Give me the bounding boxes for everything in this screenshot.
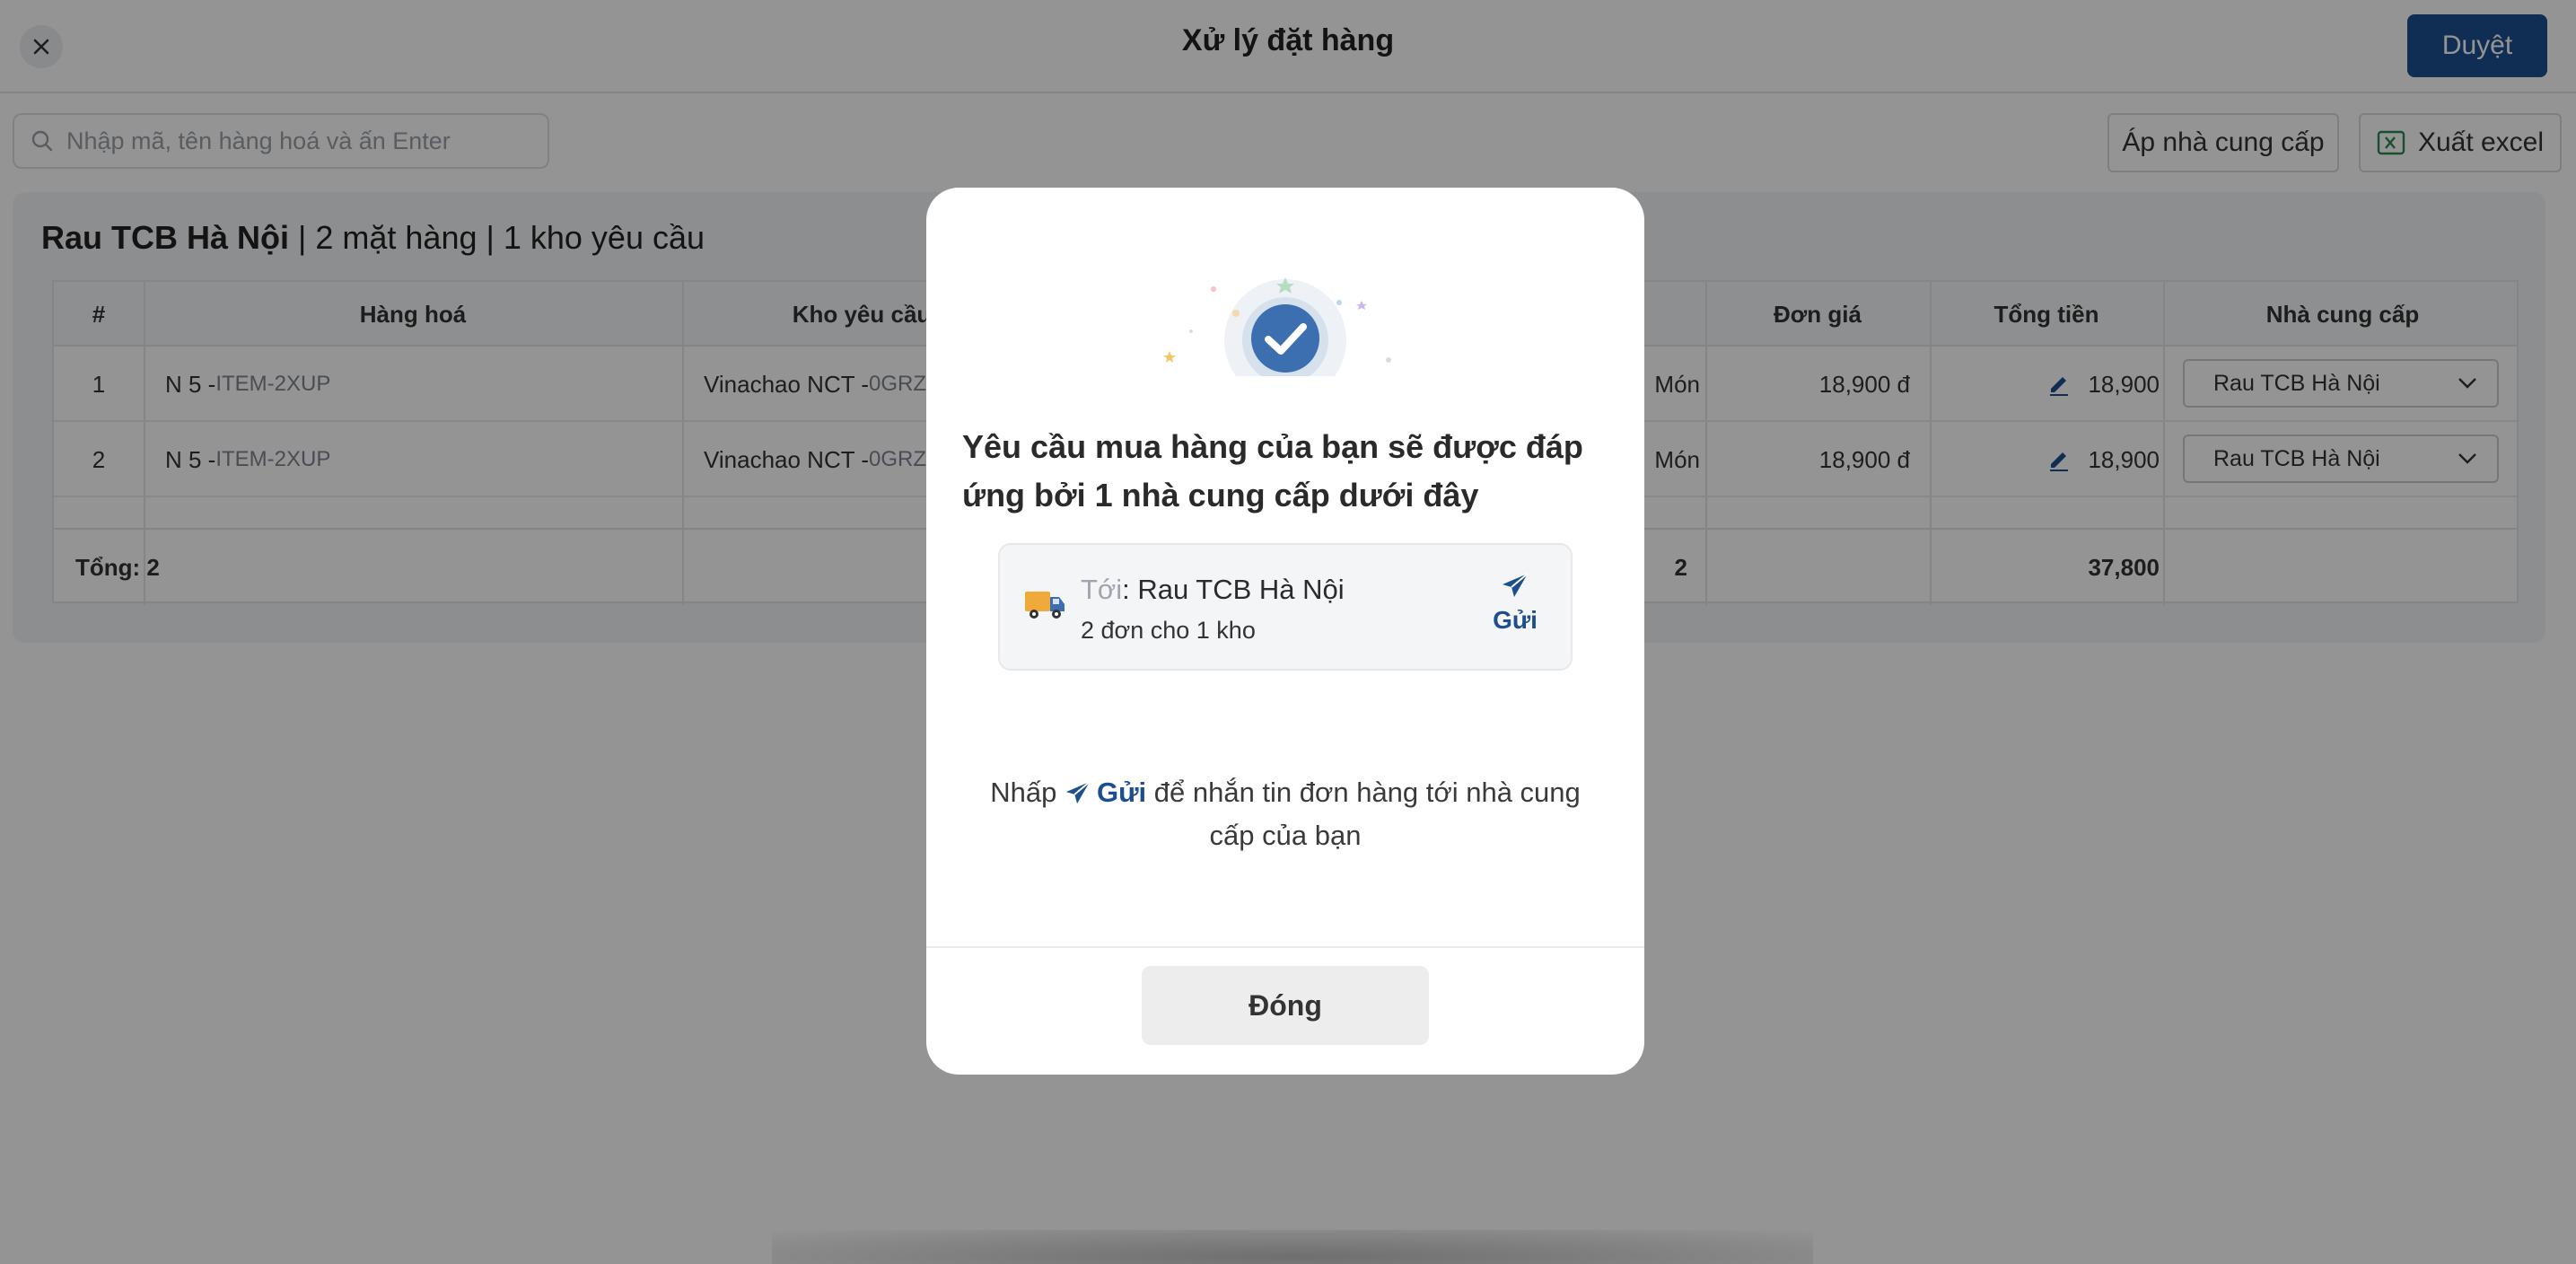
hint-prefix: Nhấp [990,777,1065,808]
card-subtitle: 2 đơn cho 1 kho [1081,617,1256,644]
modal-title: Yêu cầu mua hàng của bạn sẽ được đáp ứng… [962,428,1583,514]
bottom-shadow [772,1230,1813,1264]
truck-icon [1025,592,1065,619]
send-button[interactable]: Gửi [1488,572,1542,635]
close-modal-button[interactable]: Đóng [1142,966,1429,1045]
hint-text: Nhấp Gửi để nhắn tin đơn hàng tới nhà cu… [980,771,1590,857]
send-icon [1503,573,1529,597]
supplier-card: Tới: Rau TCB Hà Nội 2 đơn cho 1 kho Gửi [998,543,1573,671]
confirmation-modal: Yêu cầu mua hàng của bạn sẽ được đáp ứng… [926,188,1644,1075]
card-to-label: Tới [1081,574,1123,605]
success-check-icon [1163,277,1391,376]
send-button-label: Gửi [1493,606,1538,634]
hint-send-label: Gửi [1096,777,1147,808]
card-recipient: Tới: Rau TCB Hà Nội [1081,574,1345,606]
hint-send: Gửi [1065,777,1146,808]
send-icon [1065,781,1091,804]
card-supplier-name: : Rau TCB Hà Nội [1122,574,1345,605]
hint-suffix: để nhắn tin đơn hàng tới nhà cung cấp củ… [1146,777,1581,851]
modal-divider [926,946,1644,948]
